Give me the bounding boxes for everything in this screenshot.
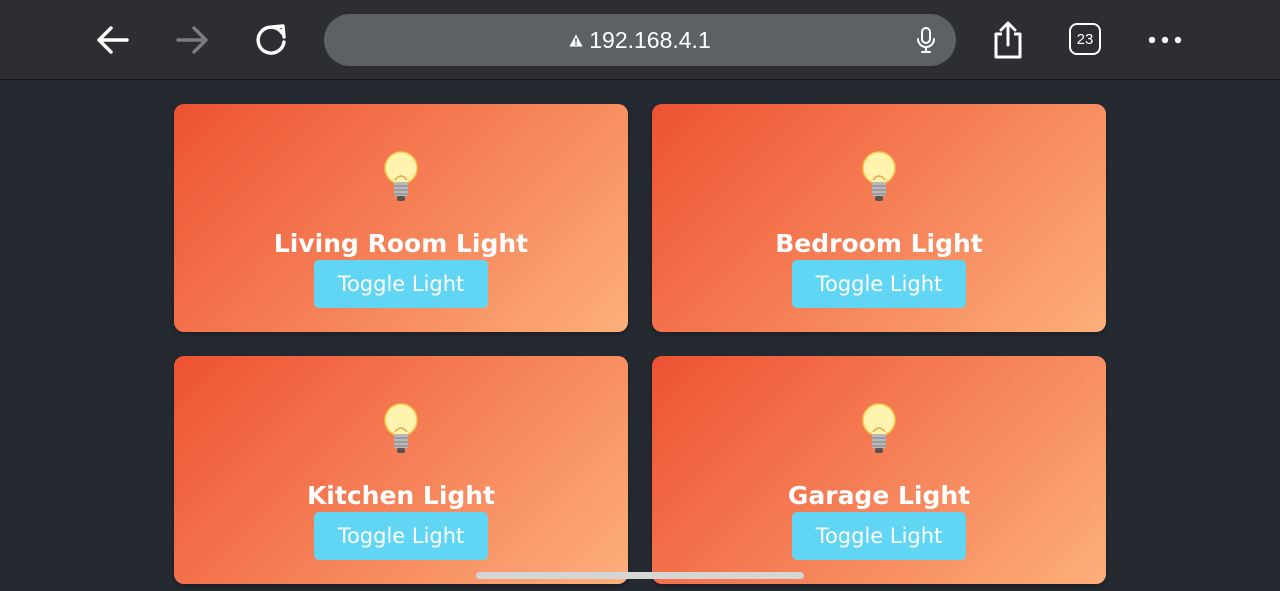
share-icon [994, 21, 1022, 59]
toggle-light-button[interactable]: Toggle Light [314, 512, 488, 560]
forward-button[interactable] [172, 20, 212, 60]
tab-count-label: 23 [1076, 30, 1094, 48]
light-card-title: Living Room Light [273, 229, 529, 258]
microphone-icon [917, 27, 935, 53]
light-card-title: Kitchen Light [306, 481, 496, 510]
back-button[interactable] [93, 20, 133, 60]
light-card-living-room: Living Room Light Toggle Light [174, 104, 628, 332]
voice-search-button[interactable] [912, 26, 940, 54]
light-card-kitchen: Kitchen Light Toggle Light [174, 356, 628, 584]
home-indicator[interactable] [476, 572, 804, 579]
light-card-bedroom: Bedroom Light Toggle Light [652, 104, 1106, 332]
url-text: 192.168.4.1 [589, 26, 711, 53]
more-menu-button[interactable] [1145, 20, 1185, 60]
warning-triangle-icon [569, 34, 583, 46]
address-bar[interactable]: 192.168.4.1 [324, 14, 956, 66]
reload-icon [256, 24, 286, 55]
lightbulb-icon [862, 403, 896, 453]
lightbulb-icon [384, 151, 418, 201]
light-card-title: Garage Light [787, 481, 971, 510]
page-content: Living Room Light Toggle Light Bedroom L… [0, 81, 1280, 591]
share-button[interactable] [988, 20, 1028, 60]
toggle-light-button[interactable]: Toggle Light [792, 260, 966, 308]
tabs-button[interactable]: 23 [1069, 23, 1101, 55]
toggle-light-button[interactable]: Toggle Light [792, 512, 966, 560]
light-card-garage: Garage Light Toggle Light [652, 356, 1106, 584]
more-dots-icon [1148, 36, 1182, 44]
lightbulb-icon [384, 403, 418, 453]
arrow-right-icon [176, 26, 208, 54]
reload-button[interactable] [251, 20, 291, 60]
arrow-left-icon [97, 26, 129, 54]
browser-toolbar: 192.168.4.1 23 [0, 0, 1280, 80]
lightbulb-icon [862, 151, 896, 201]
light-card-title: Bedroom Light [775, 229, 983, 258]
toggle-light-button[interactable]: Toggle Light [314, 260, 488, 308]
